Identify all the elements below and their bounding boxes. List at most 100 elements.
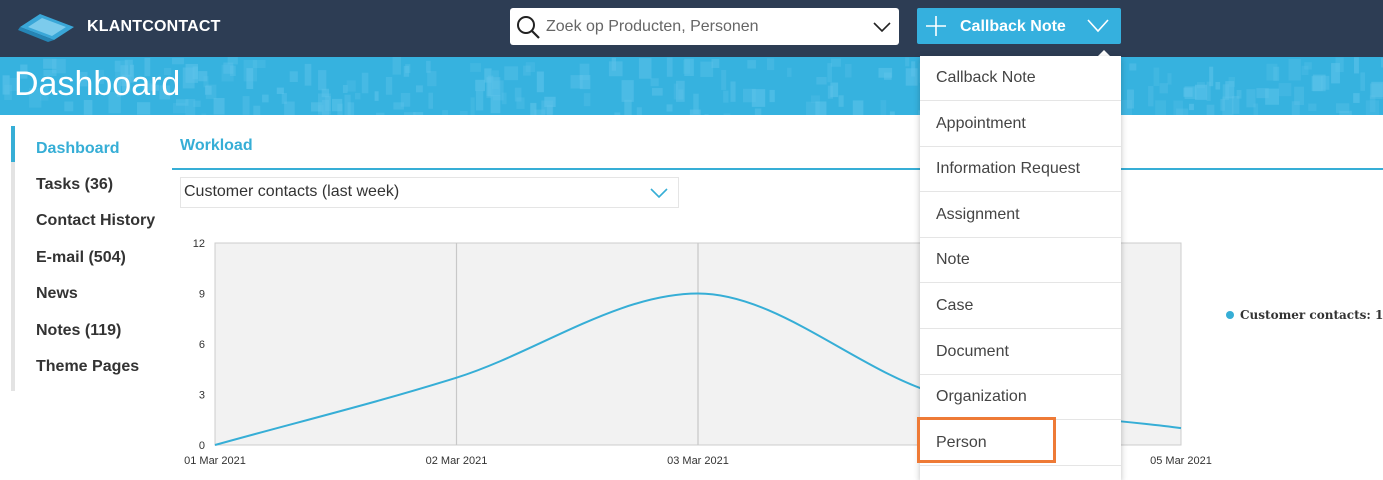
logo-icon[interactable] — [18, 12, 76, 42]
banner-tile — [650, 78, 659, 87]
banner-tile — [1155, 100, 1166, 115]
banner-tile — [852, 100, 864, 115]
menu-item-person[interactable]: Person — [920, 421, 1121, 466]
period-select[interactable]: Customer contacts (last week) — [180, 177, 679, 208]
sidebar-item-tasks[interactable]: Tasks (36) — [36, 176, 113, 194]
banner-tile — [459, 110, 468, 115]
banner-tile — [354, 92, 361, 100]
banner-tile — [730, 81, 736, 102]
banner-tile — [1153, 67, 1160, 87]
sidebar-item-notes[interactable]: Notes (119) — [36, 322, 121, 340]
banner-tile — [700, 61, 714, 77]
sidebar-item-contact-history[interactable]: Contact History — [36, 212, 155, 230]
x-tick-label: 05 Mar 2021 — [1150, 455, 1212, 467]
menu-item-information-request[interactable]: Information Request — [920, 147, 1121, 192]
banner-tile — [769, 89, 775, 103]
menu-item-assignment[interactable]: Assignment — [920, 193, 1121, 238]
banner-tile — [838, 95, 844, 107]
banner-tile — [1183, 87, 1193, 97]
banner-tile — [346, 80, 356, 92]
banner-tile — [1222, 96, 1234, 115]
chevron-down-icon[interactable] — [1087, 19, 1109, 33]
chart-legend[interactable]: Customer contacts: 17 — [1226, 308, 1383, 322]
banner-tile — [403, 112, 416, 115]
page-banner: Dashboard — [0, 57, 1383, 115]
banner-tile — [754, 108, 762, 115]
menu-item-note[interactable]: Note — [920, 238, 1121, 283]
banner-tile — [1365, 100, 1379, 115]
banner-tile — [704, 114, 709, 115]
sidebar-item-email[interactable]: E-mail (504) — [36, 249, 126, 267]
banner-tile — [198, 71, 208, 82]
banner-tile — [361, 72, 369, 94]
banner-tile — [193, 100, 201, 107]
banner-tile — [475, 79, 485, 92]
banner-tile — [827, 63, 832, 83]
banner-tile — [1159, 83, 1168, 94]
active-indicator — [11, 126, 15, 162]
sidebar-item-theme-pages[interactable]: Theme Pages — [36, 358, 139, 376]
banner-tile — [1353, 93, 1360, 103]
menu-item-document[interactable]: Document — [920, 330, 1121, 375]
banner-tile — [787, 67, 792, 77]
banner-tile — [723, 90, 729, 103]
menu-item-label: Note — [936, 251, 970, 268]
banner-tile — [1148, 86, 1154, 107]
y-tick-label: 0 — [199, 440, 205, 452]
y-tick-label: 9 — [199, 289, 205, 301]
top-bar: KLANTCONTACT Callback Note — [0, 0, 1383, 57]
menu-item-organization[interactable]: Organization — [920, 375, 1121, 420]
menu-item-label: Person — [936, 434, 987, 451]
banner-tile — [470, 63, 482, 72]
banner-tile — [666, 104, 673, 112]
banner-tile — [1215, 81, 1221, 90]
banner-tile — [374, 91, 379, 101]
banner-tile — [530, 103, 537, 115]
banner-tile — [1371, 81, 1383, 98]
banner-tile — [442, 110, 449, 115]
banner-tile — [889, 111, 895, 115]
banner-tile — [1228, 76, 1236, 87]
banner-tile — [172, 57, 184, 65]
legend-marker — [1226, 310, 1234, 319]
section-title: Workload — [180, 137, 253, 154]
x-tick-label: 03 Mar 2021 — [667, 455, 729, 467]
banner-tile — [1256, 88, 1269, 99]
new-item-button[interactable]: Callback Note — [917, 8, 1121, 44]
banner-tile — [400, 92, 411, 107]
x-tick-label: 02 Mar 2021 — [426, 455, 488, 467]
banner-tile — [4, 84, 12, 101]
plus-icon — [926, 16, 946, 36]
menu-item-label: Callback Note — [936, 69, 1036, 86]
banner-tile — [1189, 103, 1194, 111]
banner-tile — [1360, 72, 1365, 91]
banner-tile — [1301, 65, 1309, 76]
banner-tile — [392, 57, 402, 75]
banner-tile — [484, 68, 492, 83]
legend-label: Customer contacts: 17 — [1240, 308, 1383, 322]
banner-tile — [624, 99, 632, 115]
banner-tile — [693, 93, 699, 115]
banner-tile — [1206, 104, 1215, 115]
banner-tile — [751, 89, 766, 107]
sidebar-item-news[interactable]: News — [36, 285, 78, 303]
banner-tile — [830, 58, 841, 67]
banner-tile — [651, 88, 663, 96]
chevron-down-icon[interactable] — [873, 22, 891, 32]
banner-tile — [666, 57, 673, 77]
menu-item-appointment[interactable]: Appointment — [920, 102, 1121, 147]
banner-tile — [246, 68, 254, 90]
banner-tile — [816, 77, 827, 85]
y-tick-label: 12 — [193, 238, 205, 250]
menu-item-label: Case — [936, 297, 974, 314]
menu-item-callback-note[interactable]: Callback Note — [920, 56, 1121, 101]
menu-item-case[interactable]: Case — [920, 284, 1121, 329]
brand-name[interactable]: KLANTCONTACT — [87, 18, 221, 36]
banner-tile — [1197, 82, 1205, 89]
search-input[interactable] — [546, 14, 866, 40]
banner-tile — [723, 113, 731, 115]
search-box[interactable] — [510, 8, 899, 45]
y-tick-label: 3 — [199, 390, 205, 402]
sidebar-item-dashboard[interactable]: Dashboard — [36, 140, 120, 158]
banner-tile — [747, 60, 756, 69]
